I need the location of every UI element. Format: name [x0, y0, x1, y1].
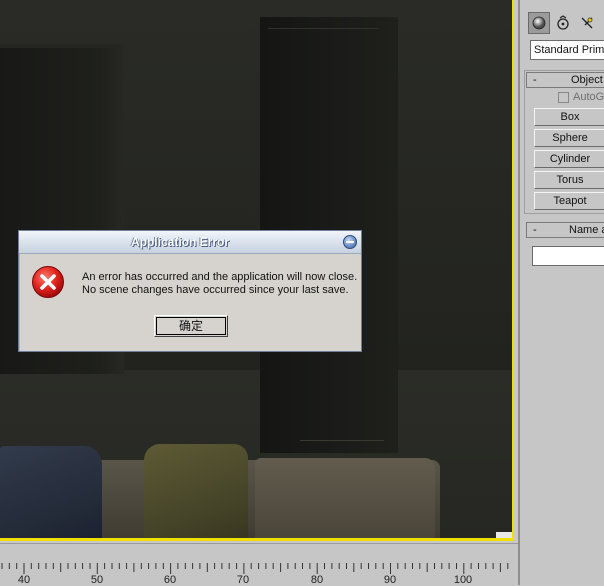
time-ruler[interactable]: 40 50 60 70 80 90 100	[0, 543, 518, 586]
object-category-dropdown[interactable]: Standard Primitives	[530, 40, 604, 60]
geometry-sphere-icon[interactable]	[528, 12, 550, 34]
time-ruler-label: 50	[90, 574, 104, 586]
command-panel: Standard Primitives - Object Type AutoGr…	[518, 0, 604, 585]
viewport-corner-widget[interactable]	[496, 532, 512, 539]
scene-curtain-hem	[300, 440, 384, 441]
time-ruler-label: 40	[17, 574, 31, 586]
sphere-button[interactable]: Sphere	[534, 129, 604, 147]
time-ruler-ticks	[1, 563, 509, 574]
time-ruler-label: 70	[236, 574, 250, 586]
error-x-icon	[32, 266, 64, 298]
create-category-tabs	[528, 12, 598, 34]
scene-curtain-rod-left	[0, 44, 124, 48]
time-ruler-label: 60	[163, 574, 177, 586]
autogrid-label: AutoGrid	[573, 91, 604, 103]
time-ruler-label: 100	[453, 574, 473, 586]
dialog-message-line: No scene changes have occurred since you…	[82, 284, 349, 296]
ok-button[interactable]: 确定	[154, 315, 228, 337]
object-type-rollout-header[interactable]: - Object Type	[526, 72, 604, 88]
cylinder-button[interactable]: Cylinder	[534, 150, 604, 168]
time-ruler-label: 90	[383, 574, 397, 586]
scene-pillow-olive	[144, 444, 248, 539]
application-error-dialog: Application Error An error has occurred …	[18, 230, 362, 352]
dialog-message-line: An error has occurred and the applicatio…	[82, 271, 358, 283]
object-name-input[interactable]	[532, 246, 604, 266]
teapot-button[interactable]: Teapot	[534, 192, 604, 210]
autogrid-checkbox-box[interactable]	[558, 91, 569, 103]
shapes-icon[interactable]	[552, 12, 574, 34]
rollout-title: Name and Color	[569, 224, 604, 236]
lights-icon[interactable]	[576, 12, 598, 34]
torus-button[interactable]: Torus	[534, 171, 604, 189]
scene-sofa-cushion	[255, 458, 435, 539]
autogrid-checkbox[interactable]: AutoGrid	[558, 91, 604, 103]
dialog-message: An error has occurred and the applicatio…	[82, 271, 358, 297]
scene-curtain-rod-right	[268, 28, 378, 29]
rollout-collapse-icon: -	[533, 224, 537, 236]
box-button[interactable]: Box	[534, 108, 604, 126]
scene-pillow-blue	[0, 446, 102, 539]
rollout-title: Object Type	[571, 74, 604, 86]
name-color-rollout-header[interactable]: - Name and Color	[526, 222, 604, 238]
dialog-titlebar[interactable]: Application Error	[19, 231, 361, 254]
time-ruler-label: 80	[310, 574, 324, 586]
dialog-title: Application Error	[130, 235, 229, 249]
close-icon[interactable]	[343, 235, 357, 249]
rollout-collapse-icon: -	[533, 74, 537, 86]
